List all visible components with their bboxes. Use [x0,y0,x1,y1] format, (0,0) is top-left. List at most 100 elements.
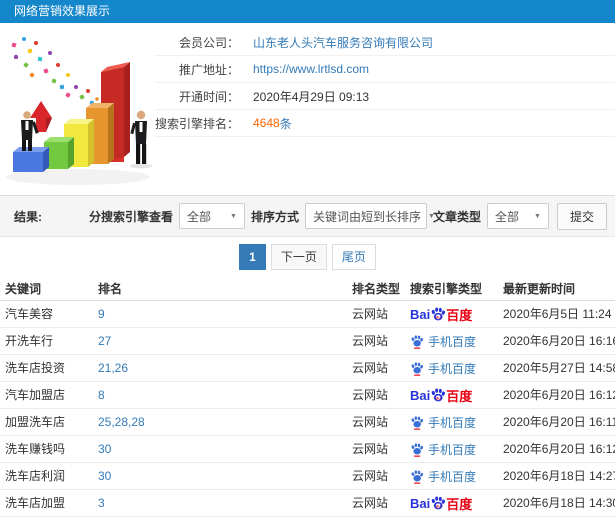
table-body: 汽车美容 9 云网站 Bai du 百度 2020年6月5日 11:24 开洗车 [0,301,615,517]
mobile-baidu-label: 手机百度 [428,415,477,430]
page-title: 网络营销效果展示 [14,4,111,18]
baidu-logo: Bai du 百度 [410,494,472,513]
updated-cell: 2020年6月20日 16:12 [503,388,615,402]
info-section: 会员公司： 山东老人头汽车服务咨询有限公司 推广地址： https://www.… [0,23,615,195]
engine-cell: 手机百度 [410,355,503,381]
next-page-button[interactable]: 下一页 [270,244,327,270]
mobile-baidu-label: 手机百度 [428,469,477,484]
submit-button[interactable]: 提交 [556,202,607,230]
svg-text:du: du [436,503,441,508]
rank-type-cell: 云网站 [352,388,389,402]
page-header: 网络营销效果展示 [0,0,615,23]
table-row: 洗车店投资 21,26 云网站 手机百度 2020年5月27日 14:58 [0,355,615,382]
sort-mode-selected: 关键词由短到长排序 [312,209,421,224]
engine-cell: 手机百度 [410,409,503,435]
article-type-selected: 全部 [494,209,519,224]
keyword-cell: 洗车赚钱吗 [5,442,66,456]
engine-cell: Bai du 百度 [410,490,503,516]
member-company-row: 会员公司： 山东老人头汽车服务咨询有限公司 [155,29,615,56]
engine-cell: 手机百度 [410,463,503,489]
rank-type-cell: 云网站 [352,334,389,348]
last-page-button[interactable]: 尾页 [331,244,376,270]
col-header-rank-type: 排名类型 [352,282,401,296]
mobile-baidu-paw-icon [411,415,424,430]
confetti-dots [11,37,99,105]
keyword-cell: 汽车加盟店 [5,388,66,402]
baidu-paw-icon: du [431,496,446,510]
member-company-label: 会员公司： [178,35,239,50]
growth-chart-illustration [0,27,155,192]
rank-cell[interactable]: 21,26 [98,355,352,381]
rank-cell[interactable]: 8 [98,382,352,408]
page-1-button[interactable]: 1 [239,244,266,270]
svg-text:du: du [436,314,441,319]
keyword-cell: 加盟洗车店 [5,415,66,429]
sort-mode-label: 排序方式 [250,209,299,224]
chevron-down-icon: ▼ [230,212,237,220]
up-arrow [30,101,52,132]
rank-type-cell: 云网站 [352,361,389,375]
promo-url-label: 推广地址： [178,62,239,77]
mobile-baidu-paw-icon [411,469,424,484]
engine-view-selected: 全部 [186,209,211,224]
mobile-baidu: 手机百度 [410,468,476,485]
promo-url-link[interactable]: https://www.lrtlsd.com [253,62,369,76]
engine-cell: Bai du 百度 [410,301,503,327]
table-row: 洗车赚钱吗 30 云网站 手机百度 2020年6月20日 16:12 [0,436,615,463]
pagination: 1 下一页 尾页 [0,237,615,277]
mobile-baidu: 手机百度 [410,360,476,377]
keyword-cell: 洗车店利润 [5,469,66,483]
mobile-baidu-label: 手机百度 [428,442,477,457]
baidu-paw-icon: du [431,307,446,321]
mobile-baidu: 手机百度 [410,414,476,431]
engine-rank-label: 搜索引擎排名： [155,116,240,131]
updated-cell: 2020年6月20日 16:11 [503,415,615,429]
bar-growth-3d-graphic [6,37,152,185]
table-header-row: 关键词 排名 排名类型 搜索引擎类型 最新更新时间 [0,277,615,301]
company-info-list: 会员公司： 山东老人头汽车服务咨询有限公司 推广地址： https://www.… [155,23,615,137]
engine-view-select[interactable]: 全部 ▼ [178,203,245,229]
sort-mode-select[interactable]: 关键词由短到长排序 ▼ [304,203,435,229]
mobile-baidu: 手机百度 [410,441,476,458]
open-time-row: 开通时间： 2020年4月29日 09:13 [155,83,615,110]
rank-type-cell: 云网站 [352,307,389,321]
mobile-baidu-paw-icon [411,361,424,376]
member-company-link[interactable]: 山东老人头汽车服务咨询有限公司 [253,34,433,51]
baidu-bai-text: Bai [410,306,431,322]
keyword-cell: 开洗车行 [5,334,54,348]
filter-controls: 分搜索引擎查看 全部 ▼ 排序方式 关键词由短到长排序 ▼ 文章类型 全部 ▼ … [83,202,607,230]
mobile-baidu-label: 手机百度 [428,361,477,376]
mobile-baidu-label: 手机百度 [428,334,477,349]
col-header-updated: 最新更新时间 [503,282,576,296]
engine-rank-unit: 条 [279,116,292,131]
rank-cell[interactable]: 30 [98,463,352,489]
article-type-select[interactable]: 全部 ▼ [486,203,549,229]
rank-cell[interactable]: 3 [98,490,352,516]
updated-cell: 2020年6月20日 16:12 [503,442,615,456]
engine-rank-row: 搜索引擎排名： 4648 条 [155,110,615,137]
filter-bar: 结果: 分搜索引擎查看 全部 ▼ 排序方式 关键词由短到长排序 ▼ 文章类型 全… [0,195,615,237]
engine-cell: Bai du 百度 [410,382,503,408]
baidu-bai-text: Bai [410,495,431,511]
results-table: 关键词 排名 排名类型 搜索引擎类型 最新更新时间 汽车美容 9 云网站 Bai… [0,277,615,517]
col-header-engine-type: 搜索引擎类型 [410,282,483,296]
open-time-label: 开通时间： [178,89,239,104]
mobile-baidu: 手机百度 [410,333,476,350]
baidu-suffix-text: 百度 [446,307,473,323]
rank-type-cell: 云网站 [352,469,389,483]
keyword-cell: 汽车美容 [5,307,54,321]
open-time-value: 2020年4月29日 09:13 [253,89,370,104]
rank-cell[interactable]: 30 [98,436,352,462]
updated-cell: 2020年6月18日 14:30 [503,496,615,510]
updated-cell: 2020年6月18日 14:27 [503,469,615,483]
rank-cell[interactable]: 27 [98,328,352,354]
col-header-rank: 排名 [98,282,123,296]
rank-cell[interactable]: 9 [98,301,352,327]
table-row: 汽车加盟店 8 云网站 Bai du 百度 2020年6月20日 16:12 [0,382,615,409]
updated-cell: 2020年6月5日 11:24 [503,307,612,321]
rank-cell[interactable]: 25,28,28 [98,409,352,435]
engine-rank-count: 4648 [253,116,280,130]
engine-cell: 手机百度 [410,436,503,462]
table-row: 加盟洗车店 25,28,28 云网站 手机百度 2020年6月20日 16:11 [0,409,615,436]
keyword-cell: 洗车店投资 [5,361,66,375]
